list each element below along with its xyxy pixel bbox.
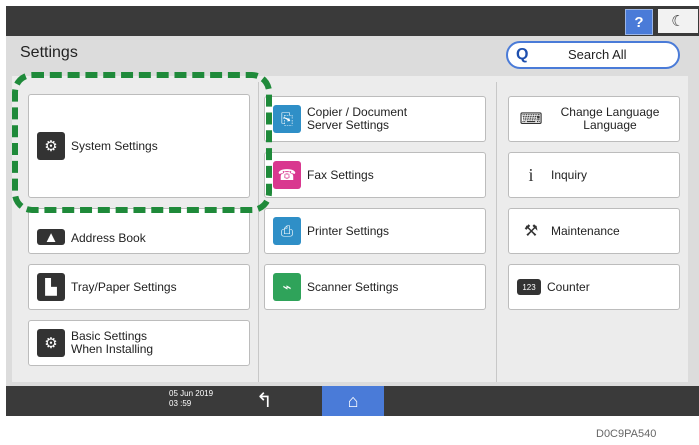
date-text: 05 Jun 2019 xyxy=(169,389,214,398)
top-bar: ? ☾ xyxy=(6,6,699,36)
address-book-label: Address Book xyxy=(71,231,146,245)
scanner-settings-button[interactable]: ⌁ Scanner Settings xyxy=(264,264,486,310)
copier-document-server-settings-button[interactable]: ⎘ Copier / Document Server Settings xyxy=(264,96,486,142)
basic-settings-button[interactable]: ⚙ Basic Settings When Installing xyxy=(28,320,250,366)
counter-label: Counter xyxy=(547,279,590,294)
search-icon: Q xyxy=(516,46,529,63)
time-text: 03 :59 xyxy=(169,399,192,408)
setup-icon: ⚙ xyxy=(37,329,65,357)
page-title: Settings xyxy=(20,44,78,61)
basic-settings-line2: When Installing xyxy=(71,342,154,356)
scanner-icon: ⌁ xyxy=(273,273,301,301)
help-button[interactable]: ? xyxy=(625,9,653,35)
search-all-label: Search All xyxy=(568,47,627,62)
bottom-bar: 05 Jun 2019 03 :59 ↰ ⌂ xyxy=(6,386,699,416)
printer-settings-label: Printer Settings xyxy=(307,223,390,238)
change-language-line2: Language xyxy=(583,118,637,132)
info-icon: i xyxy=(517,161,545,189)
address-book-button[interactable]: ▲ Address Book xyxy=(28,208,250,254)
home-button[interactable]: ⌂ xyxy=(322,386,384,416)
change-language-label: Change Language Language xyxy=(551,106,669,132)
tray-paper-settings-label: Tray/Paper Settings xyxy=(71,279,177,294)
copier-icon: ⎘ xyxy=(273,105,301,133)
wrench-icon: ⚒ xyxy=(517,217,545,245)
inquiry-label: Inquiry xyxy=(551,167,588,182)
tray-paper-settings-button[interactable]: ▙ Tray/Paper Settings xyxy=(28,264,250,310)
date-time: 05 Jun 2019 03 :59 xyxy=(169,389,213,409)
copier-settings-label: Copier / Document Server Settings xyxy=(307,106,407,132)
basic-settings-label: Basic Settings When Installing xyxy=(71,330,153,356)
highlight-callout xyxy=(12,72,272,213)
column-divider xyxy=(496,82,497,382)
change-language-line1: Change Language xyxy=(560,105,660,119)
change-language-button[interactable]: ⌨ Change Language Language xyxy=(508,96,680,142)
scanner-settings-label: Scanner Settings xyxy=(307,279,399,294)
maintenance-button[interactable]: ⚒ Maintenance xyxy=(508,208,680,254)
basic-settings-line1: Basic Settings xyxy=(71,329,148,343)
maintenance-label: Maintenance xyxy=(551,223,620,238)
inquiry-button[interactable]: i Inquiry xyxy=(508,152,680,198)
copier-settings-line1: Copier / Document xyxy=(307,105,408,119)
home-icon: ⌂ xyxy=(347,390,359,411)
address-book-icon: ▲ xyxy=(37,229,65,246)
back-icon[interactable]: ↰ xyxy=(256,388,273,413)
counter-icon: 123 xyxy=(517,279,541,295)
copier-settings-line2: Server Settings xyxy=(307,118,390,132)
search-all-button[interactable]: Q Search All xyxy=(506,41,680,69)
fax-icon: ☎ xyxy=(273,161,301,189)
tray-icon: ▙ xyxy=(37,273,65,301)
fax-settings-button[interactable]: ☎ Fax Settings xyxy=(264,152,486,198)
language-icon: ⌨ xyxy=(517,105,545,133)
energy-saver-button[interactable]: ☾ xyxy=(658,9,698,33)
counter-button[interactable]: 123 Counter xyxy=(508,264,680,310)
figure-code: D0C9PA540 xyxy=(596,428,657,440)
printer-settings-button[interactable]: ⎙ Printer Settings xyxy=(264,208,486,254)
printer-icon: ⎙ xyxy=(273,217,301,245)
fax-settings-label: Fax Settings xyxy=(307,167,374,182)
